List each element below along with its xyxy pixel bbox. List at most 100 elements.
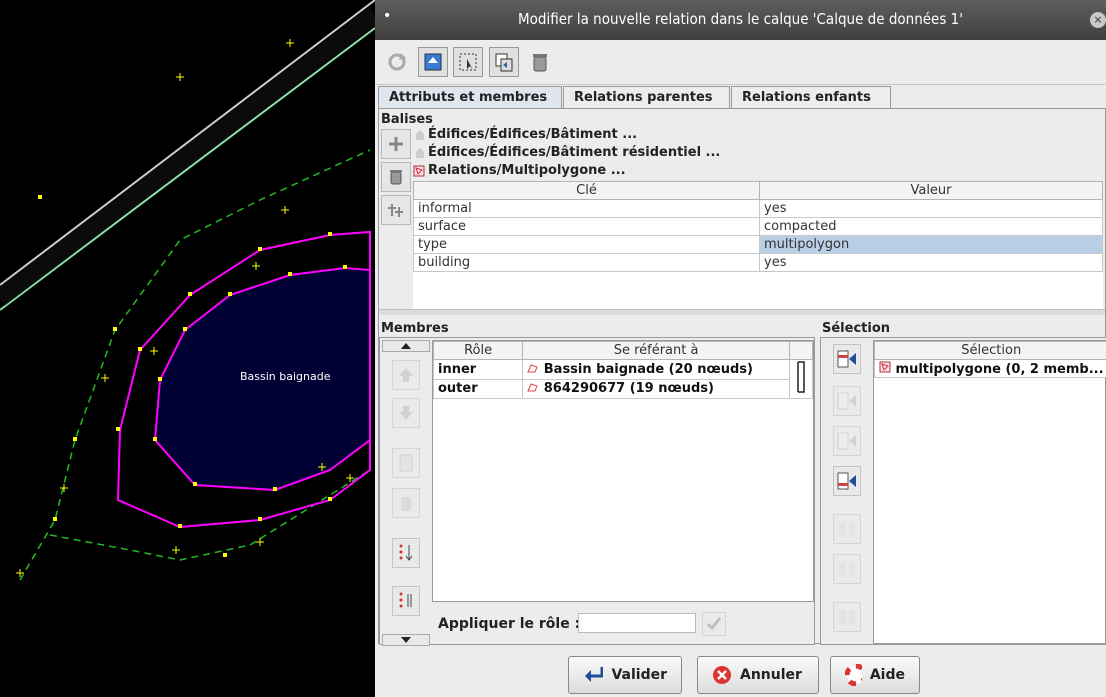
ok-button[interactable]: Valider bbox=[568, 656, 682, 694]
help-button[interactable]: Aide bbox=[830, 656, 920, 694]
preset-building[interactable]: Édifices/Édifices/Bâtiment ... bbox=[415, 127, 637, 142]
tag-value[interactable]: yes bbox=[759, 199, 1103, 218]
selection-item[interactable]: multipolygone (0, 2 memb... bbox=[874, 359, 1106, 378]
tab-attributes-members[interactable]: Attributs et membres bbox=[378, 86, 562, 108]
cancel-button[interactable]: Annuler bbox=[697, 656, 819, 694]
delete-tag-button[interactable] bbox=[381, 162, 411, 192]
delete-relation-button[interactable] bbox=[525, 47, 555, 77]
selection-table: Sélection multipolygone (0, 2 memb... bbox=[874, 341, 1106, 378]
role-input[interactable] bbox=[578, 613, 696, 633]
add-selected-at-start-button[interactable] bbox=[833, 344, 861, 374]
arrow-down-icon bbox=[401, 637, 411, 643]
preset-label: Édifices/Édifices/Bâtiment résidentiel .… bbox=[428, 145, 721, 160]
selection-table-container: Sélection multipolygone (0, 2 memb... bbox=[873, 340, 1106, 644]
column-header-value[interactable]: Valeur bbox=[759, 181, 1103, 200]
scroll-down-button[interactable] bbox=[382, 634, 430, 646]
way-icon bbox=[527, 383, 538, 392]
house-icon bbox=[416, 147, 424, 158]
enter-icon bbox=[585, 667, 604, 682]
add-before-icon bbox=[837, 392, 856, 410]
tab-parent-relations[interactable]: Relations parentes bbox=[563, 86, 730, 108]
multipolygon-icon bbox=[879, 361, 891, 372]
close-icon[interactable]: × bbox=[1090, 12, 1106, 28]
reverse-icon bbox=[399, 592, 412, 608]
map-canvas[interactable] bbox=[0, 0, 375, 697]
trash-icon bbox=[533, 54, 547, 72]
selection-item-label: multipolygone (0, 2 memb... bbox=[895, 361, 1104, 377]
arrow-up-icon bbox=[399, 368, 413, 382]
column-header-linkage bbox=[788, 341, 814, 360]
upload-icon bbox=[424, 53, 442, 71]
lifebuoy-icon bbox=[845, 664, 862, 686]
preset-residential-building[interactable]: Édifices/Édifices/Bâtiment résidentiel .… bbox=[415, 145, 720, 160]
map-area-label: Bassin baignade bbox=[240, 370, 331, 383]
tag-value[interactable]: multipolygon bbox=[759, 235, 1103, 254]
table-row[interactable]: type multipolygon bbox=[413, 235, 1103, 254]
split-pane-divider[interactable] bbox=[379, 309, 1105, 315]
toolbar bbox=[375, 41, 1106, 85]
tab-child-relations[interactable]: Relations enfants bbox=[731, 86, 891, 108]
dialog-titlebar[interactable]: • Modifier la nouvelle relation dans le … bbox=[375, 0, 1106, 40]
table-row[interactable]: outer 864290677 (19 nœuds) bbox=[432, 378, 813, 399]
reverse-members-button[interactable] bbox=[392, 586, 420, 616]
move-down-button[interactable] bbox=[392, 398, 420, 428]
relation-editor-dialog: • Modifier la nouvelle relation dans le … bbox=[375, 0, 1106, 697]
zoom-to-member-button[interactable] bbox=[833, 602, 861, 632]
add-selected-at-end-button[interactable] bbox=[833, 466, 861, 496]
paste-icon bbox=[388, 204, 403, 217]
column-header-role[interactable]: Rôle bbox=[432, 341, 524, 360]
tag-key[interactable]: informal bbox=[413, 199, 760, 218]
member-ref-label: 864290677 (19 nœuds) bbox=[543, 381, 714, 397]
duplicate-relation-button[interactable] bbox=[489, 47, 519, 77]
tag-key[interactable]: surface bbox=[413, 217, 760, 236]
edit-member-button[interactable] bbox=[392, 448, 420, 478]
tags-table: Clé Valeur informal yes surface compacte… bbox=[413, 181, 1103, 272]
building-icon bbox=[416, 129, 424, 140]
refresh-button[interactable] bbox=[382, 47, 412, 77]
add-selected-before-button[interactable] bbox=[833, 386, 861, 416]
table-row[interactable]: building yes bbox=[413, 253, 1103, 272]
remove-member-button[interactable] bbox=[392, 488, 420, 518]
select-members-button[interactable] bbox=[833, 554, 861, 584]
zoom-icon bbox=[839, 610, 855, 624]
preset-multipolygon[interactable]: Relations/Multipolygone ... bbox=[413, 163, 626, 178]
road-way-gray[interactable] bbox=[0, 0, 375, 286]
sort-members-button[interactable] bbox=[392, 538, 420, 568]
tag-key[interactable]: type bbox=[413, 235, 760, 254]
move-up-button[interactable] bbox=[392, 360, 420, 390]
help-label: Aide bbox=[869, 667, 905, 683]
table-row[interactable]: informal yes bbox=[413, 199, 1103, 218]
tag-key[interactable]: building bbox=[413, 253, 760, 272]
selection-section-title: Sélection bbox=[822, 321, 891, 336]
paste-tags-button[interactable] bbox=[381, 195, 411, 225]
member-ref[interactable]: 864290677 (19 nœuds) bbox=[522, 378, 790, 399]
duplicate-icon bbox=[495, 53, 513, 72]
add-start-icon bbox=[837, 350, 856, 368]
member-role[interactable]: inner bbox=[432, 359, 524, 380]
preset-label: Édifices/Édifices/Bâtiment ... bbox=[428, 127, 638, 142]
map-view[interactable]: Bassin baignade bbox=[0, 0, 375, 697]
plus-icon bbox=[389, 137, 403, 151]
select-relation-button[interactable] bbox=[453, 47, 483, 77]
column-header-selection[interactable]: Sélection bbox=[874, 341, 1106, 360]
tags-section-title: Balises bbox=[381, 112, 433, 127]
member-role[interactable]: outer bbox=[432, 378, 524, 399]
tag-value[interactable]: compacted bbox=[759, 217, 1103, 236]
road-way-green[interactable] bbox=[0, 27, 375, 311]
refresh-icon bbox=[388, 53, 406, 71]
apply-role-button[interactable] bbox=[702, 612, 726, 636]
column-header-refers-to[interactable]: Se référant à bbox=[522, 341, 790, 360]
member-ref[interactable]: Bassin baignade (20 nœuds) bbox=[522, 359, 790, 380]
column-header-key[interactable]: Clé bbox=[413, 181, 760, 200]
trash-icon bbox=[401, 497, 411, 511]
apply-to-layer-button[interactable] bbox=[418, 47, 448, 77]
add-selected-after-button[interactable] bbox=[833, 426, 861, 456]
tag-value[interactable]: yes bbox=[759, 253, 1103, 272]
members-section-title: Membres bbox=[381, 321, 449, 336]
table-row[interactable]: inner Bassin baignade (20 nœuds) bbox=[432, 359, 814, 399]
table-row[interactable]: surface compacted bbox=[413, 217, 1103, 236]
remove-selected-button[interactable] bbox=[833, 514, 861, 544]
add-tag-button[interactable] bbox=[381, 129, 411, 159]
scroll-up-button[interactable] bbox=[382, 340, 430, 352]
table-row[interactable]: multipolygone (0, 2 memb... bbox=[874, 359, 1106, 378]
